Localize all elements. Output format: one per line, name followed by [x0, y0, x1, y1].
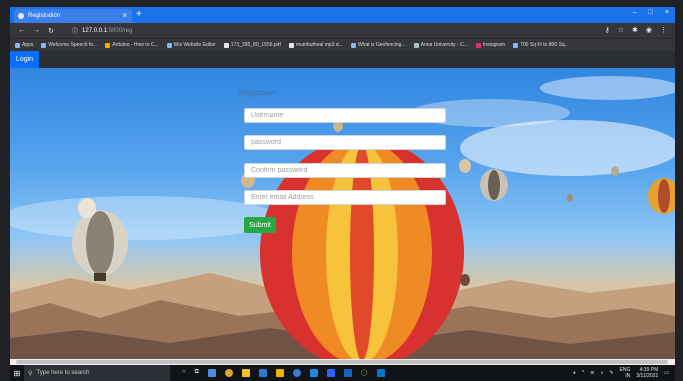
registration-title: Registration	[239, 90, 277, 97]
bookmark-icon	[223, 42, 229, 48]
submit-button[interactable]: Submit	[244, 217, 276, 233]
bookmark-item[interactable]: Anna University - C...	[413, 42, 468, 48]
taskbar-search[interactable]: ⚲ Type here to search	[24, 365, 170, 381]
username-input[interactable]	[244, 108, 446, 123]
bookmark-icon	[513, 42, 519, 48]
forward-arrow-icon[interactable]: →	[33, 27, 40, 35]
windows-taskbar: ⊞ ⚲ Type here to search ○ ⧉ ◯ ◕ ^ ≋ ◖ ✎	[10, 365, 675, 381]
chrome-icon[interactable]	[224, 369, 233, 377]
bookmark-item[interactable]: Instagram	[475, 42, 505, 48]
notifications-icon[interactable]: ▭	[664, 370, 669, 376]
bookmark-icon	[413, 42, 419, 48]
bookmark-icon	[288, 42, 294, 48]
task-view-icon[interactable]: ⧉	[195, 369, 199, 377]
back-arrow-icon[interactable]: ←	[18, 27, 25, 35]
network-icon[interactable]: ≋	[590, 370, 594, 376]
profile-icon[interactable]: ◉	[646, 26, 652, 34]
app-icon[interactable]	[207, 369, 216, 377]
menu-icon[interactable]: ⋮	[660, 26, 667, 34]
minimize-button[interactable]: –	[633, 9, 637, 16]
app-icon[interactable]: ◯	[361, 369, 368, 377]
bookmark-item[interactable]: What is Geofencing...	[350, 42, 406, 48]
scrollbar-thumb[interactable]	[16, 360, 668, 364]
reload-icon[interactable]: ↻	[48, 27, 54, 35]
browser-toolbar: ← → ↻ ⓘ 127.0.0.1:5000/reg ⚷ ☆ ✱ ◉ ⋮	[10, 23, 675, 38]
vscode-icon[interactable]	[376, 369, 385, 377]
toolbar-actions: ⚷ ☆ ✱ ◉ ⋮	[605, 26, 667, 34]
bookmark-item[interactable]: Welcome Speech fo...	[41, 42, 97, 48]
taskbar-apps: ○ ⧉ ◯	[170, 369, 385, 377]
bookmark-icon	[350, 42, 356, 48]
bookmark-icon	[105, 42, 111, 48]
bookmark-item[interactable]: Apps	[15, 42, 33, 48]
confirm-password-input[interactable]	[244, 163, 446, 178]
email-input[interactable]	[244, 190, 446, 205]
app-icon[interactable]	[258, 369, 267, 377]
key-icon[interactable]: ⚷	[605, 26, 610, 34]
browser-tab-strip: Registration × + – □ ×	[10, 7, 675, 23]
page-content: Registration Submit	[10, 68, 675, 359]
url-host: 127.0.0.1	[82, 27, 108, 34]
app-icon[interactable]	[343, 369, 352, 377]
nav-buttons: ← → ↻	[10, 27, 72, 35]
app-icon[interactable]	[326, 369, 335, 377]
star-icon[interactable]: ☆	[618, 26, 624, 34]
bookmark-item[interactable]: Wix Website Editor	[166, 42, 216, 48]
extensions-icon[interactable]: ✱	[632, 26, 638, 34]
password-input[interactable]	[244, 135, 446, 150]
system-tray: ◕ ^ ≋ ◖ ✎ ENG IN 4:39 PM 3/11/2021 ▭	[573, 367, 669, 379]
bookmark-item[interactable]: 700 Sq Ft to 800 Sq...	[513, 42, 569, 48]
favicon-icon	[18, 13, 24, 19]
app-icon[interactable]	[309, 369, 318, 377]
language-indicator[interactable]: ENG IN	[620, 367, 631, 379]
bookmarks-bar: Apps Welcome Speech fo... Arduino - How …	[10, 38, 675, 51]
search-placeholder: Type here to search	[36, 370, 90, 376]
tab-title: Registration	[28, 13, 61, 19]
url-path: :5000/reg	[107, 27, 133, 34]
pen-icon[interactable]: ✎	[609, 370, 613, 376]
app-icon[interactable]	[292, 369, 301, 377]
windows-start-icon[interactable]: ⊞	[10, 369, 24, 378]
window-controls: – □ ×	[633, 9, 669, 16]
chevron-up-icon[interactable]: ^	[582, 370, 584, 376]
bookmark-item[interactable]: 173_395_80_1556.pdf	[223, 42, 281, 48]
address-bar[interactable]: ⓘ 127.0.0.1:5000/reg	[72, 26, 133, 36]
bookmark-icon	[41, 42, 47, 48]
new-tab-button[interactable]: +	[136, 9, 142, 20]
browser-tab[interactable]: Registration ×	[14, 9, 132, 23]
cortana-icon[interactable]: ○	[182, 369, 186, 377]
bookmark-item[interactable]: Arduino - How to C...	[105, 42, 159, 48]
bookmark-icon	[166, 42, 172, 48]
tab-close-icon[interactable]: ×	[122, 11, 127, 20]
clock[interactable]: 4:39 PM 3/11/2021	[636, 367, 658, 379]
volume-icon[interactable]: ◖	[600, 370, 603, 376]
search-icon: ⚲	[28, 370, 33, 377]
bookmark-item[interactable]: mumbutheal mp3 d...	[288, 42, 343, 48]
maximize-button[interactable]: □	[649, 9, 653, 16]
screen: Registration × + – □ × ← → ↻ ⓘ 127.0.0.1…	[0, 0, 683, 381]
page-navbar: Login	[10, 51, 675, 68]
info-icon[interactable]: ⓘ	[72, 26, 78, 35]
close-window-button[interactable]: ×	[665, 9, 669, 16]
instagram-icon	[475, 42, 481, 48]
app-icon[interactable]	[275, 369, 284, 377]
tray-app-icon[interactable]: ◕	[573, 370, 576, 376]
apps-icon	[15, 42, 20, 48]
login-tab[interactable]: Login	[10, 51, 39, 68]
app-icon[interactable]	[241, 369, 250, 377]
